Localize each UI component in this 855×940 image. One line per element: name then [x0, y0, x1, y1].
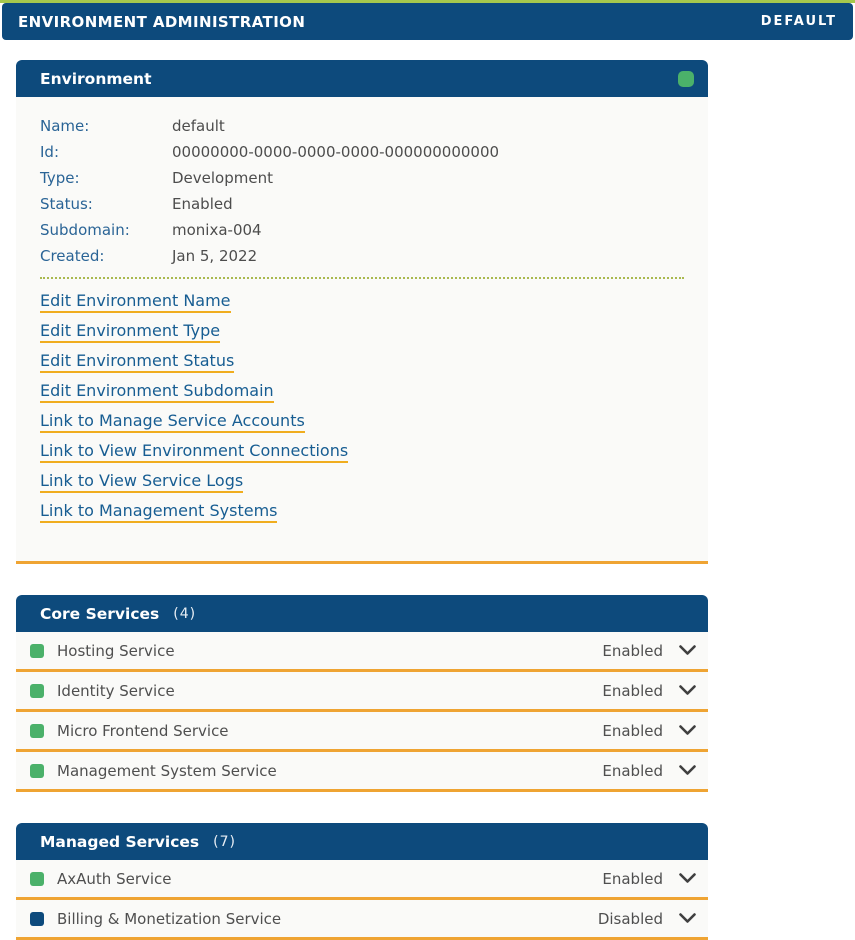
app-header-bar: ENVIRONMENT ADMINISTRATION DEFAULT [2, 3, 853, 40]
service-status-label: Enabled [602, 682, 663, 700]
chevron-down-icon[interactable] [679, 725, 696, 736]
field-value: monixa-004 [172, 217, 262, 243]
field-name: Name: default [40, 113, 684, 139]
environment-card-body: Name: default Id: 00000000-0000-0000-000… [16, 97, 708, 564]
field-label: Type: [40, 165, 172, 191]
service-status-label: Enabled [602, 870, 663, 888]
managed-services-section: Managed Services (7) AxAuth Service Enab… [16, 823, 708, 940]
service-name: AxAuth Service [57, 870, 172, 888]
page-title: ENVIRONMENT ADMINISTRATION [18, 13, 305, 31]
service-status-icon [30, 684, 44, 698]
field-value: default [172, 113, 225, 139]
field-type: Type: Development [40, 165, 684, 191]
service-name: Identity Service [57, 682, 175, 700]
field-label: Subdomain: [40, 217, 172, 243]
managed-services-header: Managed Services (7) [16, 823, 708, 860]
chevron-down-icon[interactable] [679, 685, 696, 696]
service-name: Micro Frontend Service [57, 722, 229, 740]
service-name: Hosting Service [57, 642, 175, 660]
environment-card: Environment Name: default Id: 00000000-0… [16, 60, 708, 564]
field-label: Created: [40, 243, 172, 269]
chevron-down-icon[interactable] [679, 873, 696, 884]
field-value: Jan 5, 2022 [172, 243, 257, 269]
service-status-label: Enabled [602, 722, 663, 740]
service-status-icon [30, 872, 44, 886]
environment-card-title: Environment [40, 70, 151, 88]
managed-services-count: (7) [213, 834, 236, 850]
field-id: Id: 00000000-0000-0000-0000-000000000000 [40, 139, 684, 165]
environment-links: Edit Environment Name Edit Environment T… [40, 291, 684, 523]
link-view-service-logs[interactable]: Link to View Service Logs [40, 471, 243, 493]
link-view-environment-connections[interactable]: Link to View Environment Connections [40, 441, 348, 463]
link-edit-environment-subdomain[interactable]: Edit Environment Subdomain [40, 381, 274, 403]
managed-services-title: Managed Services [40, 833, 199, 851]
core-services-title: Core Services [40, 605, 159, 623]
service-row-axauth[interactable]: AxAuth Service Enabled [16, 860, 708, 900]
service-name: Billing & Monetization Service [57, 910, 281, 928]
environment-status-icon [678, 71, 694, 87]
service-row-micro-frontend[interactable]: Micro Frontend Service Enabled [16, 712, 708, 752]
service-status-icon [30, 724, 44, 738]
environment-card-header: Environment [16, 60, 708, 97]
field-label: Name: [40, 113, 172, 139]
service-status-label: Enabled [602, 642, 663, 660]
service-status-icon [30, 764, 44, 778]
link-management-systems[interactable]: Link to Management Systems [40, 501, 277, 523]
core-services-section: Core Services (4) Hosting Service Enable… [16, 595, 708, 792]
service-row-billing-monetization[interactable]: Billing & Monetization Service Disabled [16, 900, 708, 940]
environment-badge: DEFAULT [761, 14, 837, 29]
service-status-label: Disabled [598, 910, 663, 928]
field-created: Created: Jan 5, 2022 [40, 243, 684, 269]
field-label: Id: [40, 139, 172, 165]
chevron-down-icon[interactable] [679, 765, 696, 776]
field-value: Enabled [172, 191, 233, 217]
chevron-down-icon[interactable] [679, 913, 696, 924]
link-manage-service-accounts[interactable]: Link to Manage Service Accounts [40, 411, 305, 433]
service-status-icon [30, 644, 44, 658]
service-row-management-system[interactable]: Management System Service Enabled [16, 752, 708, 792]
service-row-hosting[interactable]: Hosting Service Enabled [16, 632, 708, 672]
link-edit-environment-name[interactable]: Edit Environment Name [40, 291, 231, 313]
field-value: Development [172, 165, 273, 191]
service-name: Management System Service [57, 762, 277, 780]
core-services-count: (4) [173, 606, 196, 622]
main-content: Environment Name: default Id: 00000000-0… [16, 60, 708, 940]
field-label: Status: [40, 191, 172, 217]
service-row-identity[interactable]: Identity Service Enabled [16, 672, 708, 712]
field-value: 00000000-0000-0000-0000-000000000000 [172, 139, 499, 165]
dotted-divider [40, 277, 684, 279]
service-status-label: Enabled [602, 762, 663, 780]
field-subdomain: Subdomain: monixa-004 [40, 217, 684, 243]
field-status: Status: Enabled [40, 191, 684, 217]
link-edit-environment-type[interactable]: Edit Environment Type [40, 321, 220, 343]
core-services-header: Core Services (4) [16, 595, 708, 632]
chevron-down-icon[interactable] [679, 645, 696, 656]
service-status-icon [30, 912, 44, 926]
link-edit-environment-status[interactable]: Edit Environment Status [40, 351, 234, 373]
